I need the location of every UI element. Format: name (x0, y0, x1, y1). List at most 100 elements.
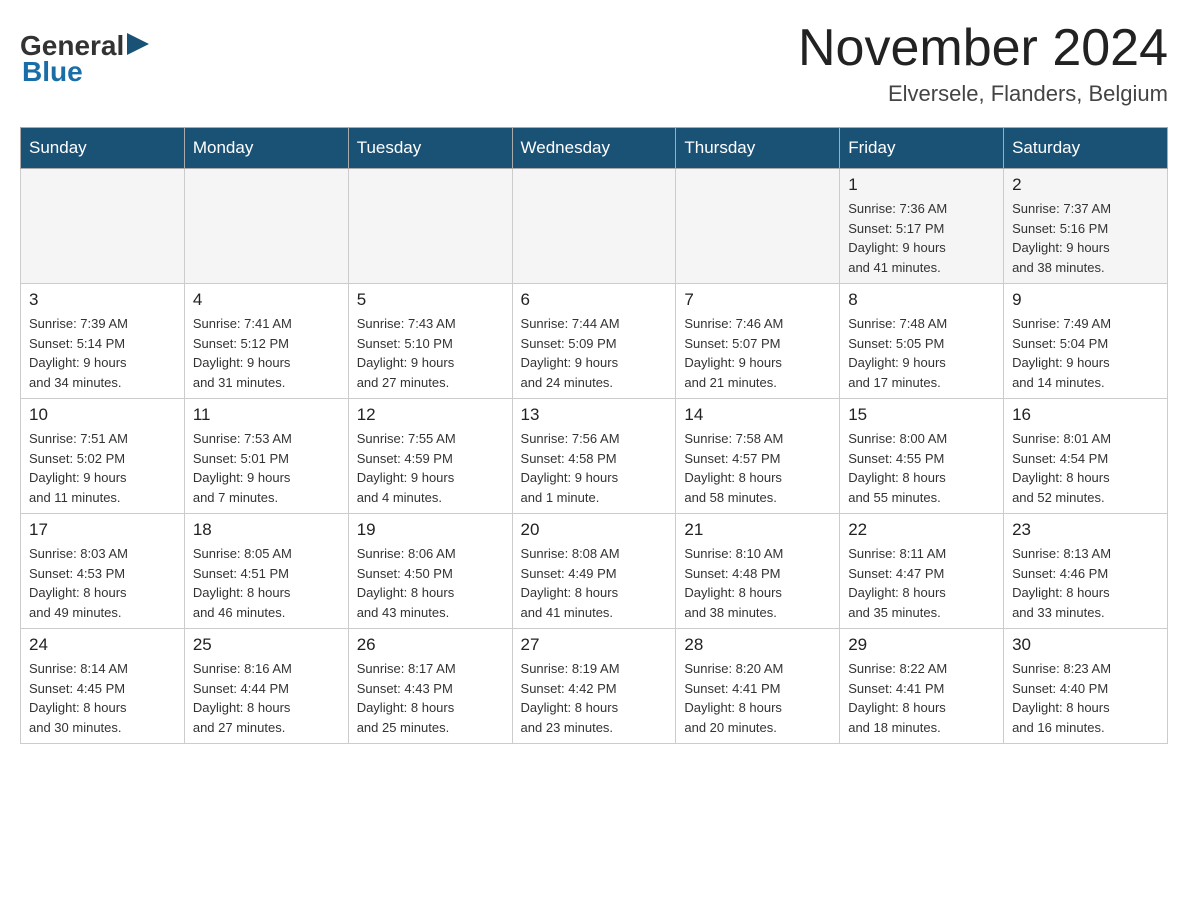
day-info: Sunrise: 8:23 AMSunset: 4:40 PMDaylight:… (1012, 659, 1159, 737)
calendar-week-row: 10Sunrise: 7:51 AMSunset: 5:02 PMDayligh… (21, 399, 1168, 514)
calendar-cell: 28 Sunrise: 8:20 AMSunset: 4:41 PMDayligh… (676, 629, 840, 744)
calendar-cell: 14 Sunrise: 7:58 AMSunset: 4:57 PMDayligh… (676, 399, 840, 514)
calendar-cell: 12 Sunrise: 7:55 AMSunset: 4:59 PMDayligh… (348, 399, 512, 514)
day-info: Sunrise: 7:41 AMSunset: 5:12 PMDaylight:… (193, 314, 340, 392)
calendar-cell: 13Sunrise: 7:56 AMSunset: 4:58 PMDayligh… (512, 399, 676, 514)
calendar-week-row: 3Sunrise: 7:39 AMSunset: 5:14 PMDaylight… (21, 284, 1168, 399)
calendar-cell: 25 Sunrise: 8:16 AMSunset: 4:44 PMDayligh… (184, 629, 348, 744)
day-info: Sunrise: 7:56 AMSunset: 4:58 PMDaylight:… (521, 429, 668, 507)
day-number: 1 (848, 175, 995, 195)
day-number: 26 (357, 635, 504, 655)
day-number: 24 (29, 635, 176, 655)
page-header: General Blue November 2024 Elversele, Fl… (20, 20, 1168, 107)
day-info: Sunrise: 7:53 AMSunset: 5:01 PMDaylight:… (193, 429, 340, 507)
calendar-cell: 2 Sunrise: 7:37 AMSunset: 5:16 PMDaylight… (1004, 169, 1168, 284)
calendar-cell (676, 169, 840, 284)
day-number: 23 (1012, 520, 1159, 540)
day-info: Sunrise: 8:01 AMSunset: 4:54 PMDaylight:… (1012, 429, 1159, 507)
day-number: 2 (1012, 175, 1159, 195)
calendar-header-saturday: Saturday (1004, 128, 1168, 169)
day-info: Sunrise: 8:03 AMSunset: 4:53 PMDaylight:… (29, 544, 176, 622)
calendar-cell: 27Sunrise: 8:19 AMSunset: 4:42 PMDayligh… (512, 629, 676, 744)
day-number: 20 (521, 520, 668, 540)
calendar-cell: 17 Sunrise: 8:03 AMSunset: 4:53 PMDayligh… (21, 514, 185, 629)
calendar-cell: 24 Sunrise: 8:14 AMSunset: 4:45 PMDayligh… (21, 629, 185, 744)
day-number: 21 (684, 520, 831, 540)
calendar-header-friday: Friday (840, 128, 1004, 169)
calendar-cell: 4 Sunrise: 7:41 AMSunset: 5:12 PMDaylight… (184, 284, 348, 399)
day-number: 9 (1012, 290, 1159, 310)
calendar-week-row: 24 Sunrise: 8:14 AMSunset: 4:45 PMDayligh… (21, 629, 1168, 744)
day-info: Sunrise: 8:22 AMSunset: 4:41 PMDaylight:… (848, 659, 995, 737)
day-number: 4 (193, 290, 340, 310)
calendar-cell (21, 169, 185, 284)
month-title: November 2024 (798, 20, 1168, 77)
day-number: 12 (357, 405, 504, 425)
day-info: Sunrise: 8:20 AMSunset: 4:41 PMDaylight:… (684, 659, 831, 737)
calendar-cell: 21 Sunrise: 8:10 AMSunset: 4:48 PMDayligh… (676, 514, 840, 629)
calendar-cell: 10Sunrise: 7:51 AMSunset: 5:02 PMDayligh… (21, 399, 185, 514)
day-info: Sunrise: 7:51 AMSunset: 5:02 PMDaylight:… (29, 429, 176, 507)
calendar-cell: 26Sunrise: 8:17 AMSunset: 4:43 PMDayligh… (348, 629, 512, 744)
calendar-cell: 19 Sunrise: 8:06 AMSunset: 4:50 PMDayligh… (348, 514, 512, 629)
calendar-cell: 22 Sunrise: 8:11 AMSunset: 4:47 PMDayligh… (840, 514, 1004, 629)
day-number: 28 (684, 635, 831, 655)
day-info: Sunrise: 7:37 AMSunset: 5:16 PMDaylight:… (1012, 199, 1159, 277)
calendar-cell: 18 Sunrise: 8:05 AMSunset: 4:51 PMDayligh… (184, 514, 348, 629)
day-info: Sunrise: 8:19 AMSunset: 4:42 PMDaylight:… (521, 659, 668, 737)
day-info: Sunrise: 7:48 AMSunset: 5:05 PMDaylight:… (848, 314, 995, 392)
day-info: Sunrise: 8:00 AMSunset: 4:55 PMDaylight:… (848, 429, 995, 507)
calendar-header-sunday: Sunday (21, 128, 185, 169)
calendar-header-thursday: Thursday (676, 128, 840, 169)
day-number: 3 (29, 290, 176, 310)
day-info: Sunrise: 7:58 AMSunset: 4:57 PMDaylight:… (684, 429, 831, 507)
day-info: Sunrise: 8:16 AMSunset: 4:44 PMDaylight:… (193, 659, 340, 737)
calendar-cell: 16Sunrise: 8:01 AMSunset: 4:54 PMDayligh… (1004, 399, 1168, 514)
calendar-cell (184, 169, 348, 284)
day-info: Sunrise: 7:36 AMSunset: 5:17 PMDaylight:… (848, 199, 995, 277)
calendar-cell: 11 Sunrise: 7:53 AMSunset: 5:01 PMDayligh… (184, 399, 348, 514)
day-number: 19 (357, 520, 504, 540)
logo-triangle-icon (127, 33, 149, 55)
day-number: 22 (848, 520, 995, 540)
calendar-cell: 30 Sunrise: 8:23 AMSunset: 4:40 PMDayligh… (1004, 629, 1168, 744)
day-number: 18 (193, 520, 340, 540)
day-info: Sunrise: 8:14 AMSunset: 4:45 PMDaylight:… (29, 659, 176, 737)
day-info: Sunrise: 8:10 AMSunset: 4:48 PMDaylight:… (684, 544, 831, 622)
day-info: Sunrise: 7:43 AMSunset: 5:10 PMDaylight:… (357, 314, 504, 392)
day-info: Sunrise: 8:08 AMSunset: 4:49 PMDaylight:… (521, 544, 668, 622)
day-number: 5 (357, 290, 504, 310)
day-info: Sunrise: 7:44 AMSunset: 5:09 PMDaylight:… (521, 314, 668, 392)
title-section: November 2024 Elversele, Flanders, Belgi… (798, 20, 1168, 107)
day-number: 25 (193, 635, 340, 655)
day-info: Sunrise: 8:13 AMSunset: 4:46 PMDaylight:… (1012, 544, 1159, 622)
calendar-cell: 5 Sunrise: 7:43 AMSunset: 5:10 PMDaylight… (348, 284, 512, 399)
day-number: 14 (684, 405, 831, 425)
logo-blue-row: Blue (22, 56, 83, 88)
calendar-cell: 9 Sunrise: 7:49 AMSunset: 5:04 PMDaylight… (1004, 284, 1168, 399)
calendar-cell: 1 Sunrise: 7:36 AMSunset: 5:17 PMDaylight… (840, 169, 1004, 284)
calendar-cell: 7Sunrise: 7:46 AMSunset: 5:07 PMDaylight… (676, 284, 840, 399)
day-info: Sunrise: 8:11 AMSunset: 4:47 PMDaylight:… (848, 544, 995, 622)
calendar-cell: 20 Sunrise: 8:08 AMSunset: 4:49 PMDayligh… (512, 514, 676, 629)
calendar-cell (348, 169, 512, 284)
day-info: Sunrise: 7:49 AMSunset: 5:04 PMDaylight:… (1012, 314, 1159, 392)
calendar-cell: 23 Sunrise: 8:13 AMSunset: 4:46 PMDayligh… (1004, 514, 1168, 629)
calendar-header-tuesday: Tuesday (348, 128, 512, 169)
calendar-cell: 3Sunrise: 7:39 AMSunset: 5:14 PMDaylight… (21, 284, 185, 399)
day-number: 30 (1012, 635, 1159, 655)
day-info: Sunrise: 8:05 AMSunset: 4:51 PMDaylight:… (193, 544, 340, 622)
calendar-table: SundayMondayTuesdayWednesdayThursdayFrid… (20, 127, 1168, 744)
day-number: 17 (29, 520, 176, 540)
day-info: Sunrise: 7:46 AMSunset: 5:07 PMDaylight:… (684, 314, 831, 392)
calendar-cell (512, 169, 676, 284)
day-number: 15 (848, 405, 995, 425)
calendar-cell: 29Sunrise: 8:22 AMSunset: 4:41 PMDayligh… (840, 629, 1004, 744)
logo-blue-label: Blue (22, 56, 83, 88)
calendar-cell: 8Sunrise: 7:48 AMSunset: 5:05 PMDaylight… (840, 284, 1004, 399)
location-text: Elversele, Flanders, Belgium (798, 81, 1168, 107)
day-number: 11 (193, 405, 340, 425)
day-info: Sunrise: 8:06 AMSunset: 4:50 PMDaylight:… (357, 544, 504, 622)
day-info: Sunrise: 7:55 AMSunset: 4:59 PMDaylight:… (357, 429, 504, 507)
calendar-cell: 6Sunrise: 7:44 AMSunset: 5:09 PMDaylight… (512, 284, 676, 399)
